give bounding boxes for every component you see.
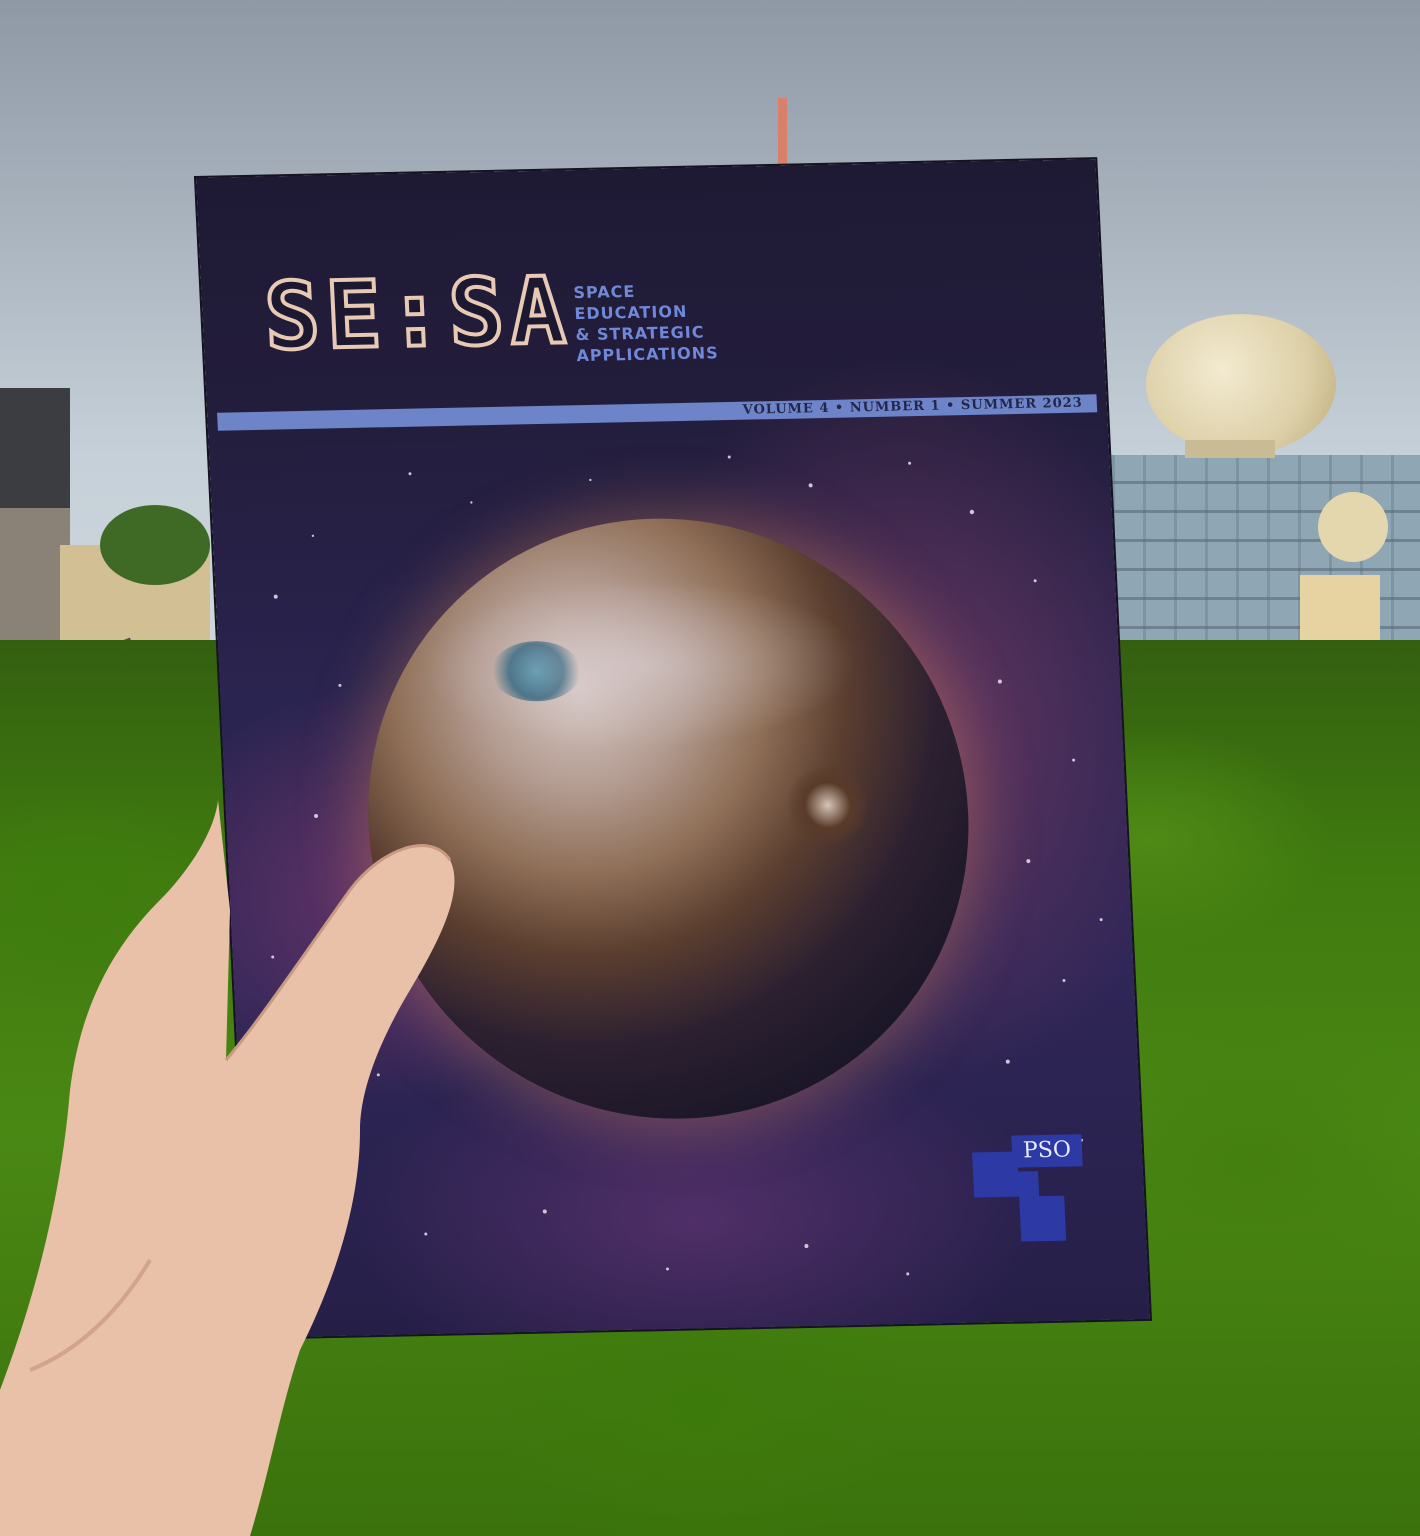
journal-subtitle: SPACE EDUCATION & STRATEGIC APPLICATIONS [573,279,719,366]
publisher-logo-text: PSO [1011,1134,1083,1168]
planet-cloud-band [417,574,865,754]
planet-dark-storm [785,764,870,847]
photo-scene: SE:SA SPACE EDUCATION & STRATEGIC APPLIC… [0,0,1420,1536]
satellite-dish-right-base [1185,440,1275,458]
left-building-top [0,388,70,508]
subtitle-line: SPACE [573,281,636,303]
journal-logo: SE:SA [260,255,576,372]
subtitle-line: APPLICATIONS [576,343,720,366]
satellite-dish-right [1146,314,1336,454]
left-trees [100,505,210,585]
subtitle-line: & STRATEGIC [575,322,705,345]
hand [0,800,455,1536]
satellite-dish-small [1318,492,1388,562]
subtitle-line: EDUCATION [574,301,688,324]
